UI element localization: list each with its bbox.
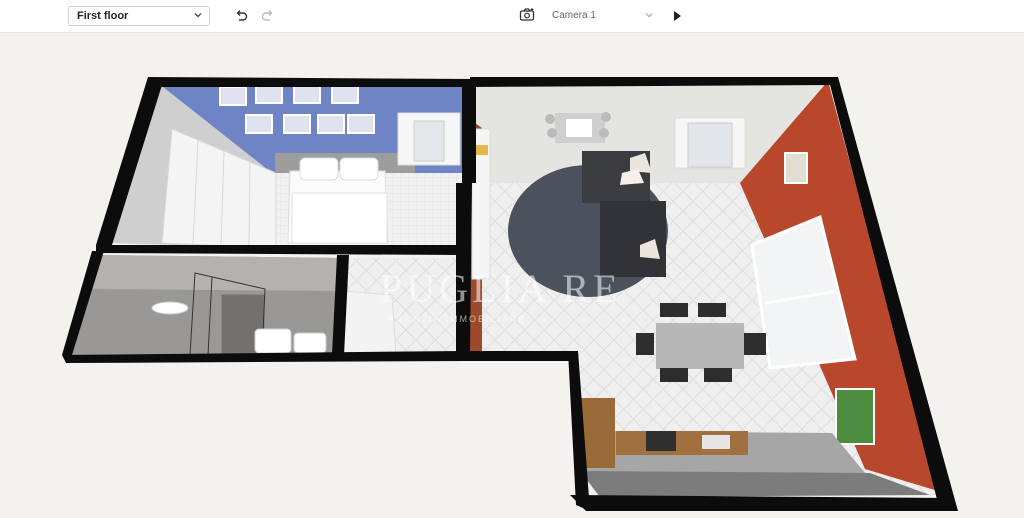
camera-select-value: Camera 1 [552, 10, 596, 21]
bathroom-wall [92, 255, 343, 291]
plant-picture [835, 388, 875, 445]
floor-select-value: First floor [77, 10, 129, 22]
redo-icon[interactable] [260, 8, 276, 24]
chevron-down-icon [645, 13, 653, 18]
floorplan-3d-view[interactable]: PUGLIA RE AGENZIA IMMOBILIARE [0, 33, 1024, 513]
living-window [674, 117, 746, 169]
play-icon[interactable] [669, 8, 685, 24]
washbasin [151, 301, 189, 315]
wall-picture-small [784, 152, 808, 184]
bidet [293, 332, 327, 354]
camera-select[interactable]: Camera 1 [545, 6, 660, 26]
top-toolbar: First floor Camera 1 [0, 0, 1024, 33]
floor-select[interactable]: First floor [68, 6, 210, 26]
watermark-subtitle: AGENZIA IMMOBILIARE [388, 314, 527, 324]
camera-add-icon[interactable] [519, 7, 535, 23]
chevron-down-icon [194, 13, 202, 18]
toilet [254, 328, 292, 354]
bedroom-window [397, 112, 461, 166]
watermark-logo: PUGLIA RE [380, 266, 622, 311]
undo-icon[interactable] [233, 8, 249, 24]
